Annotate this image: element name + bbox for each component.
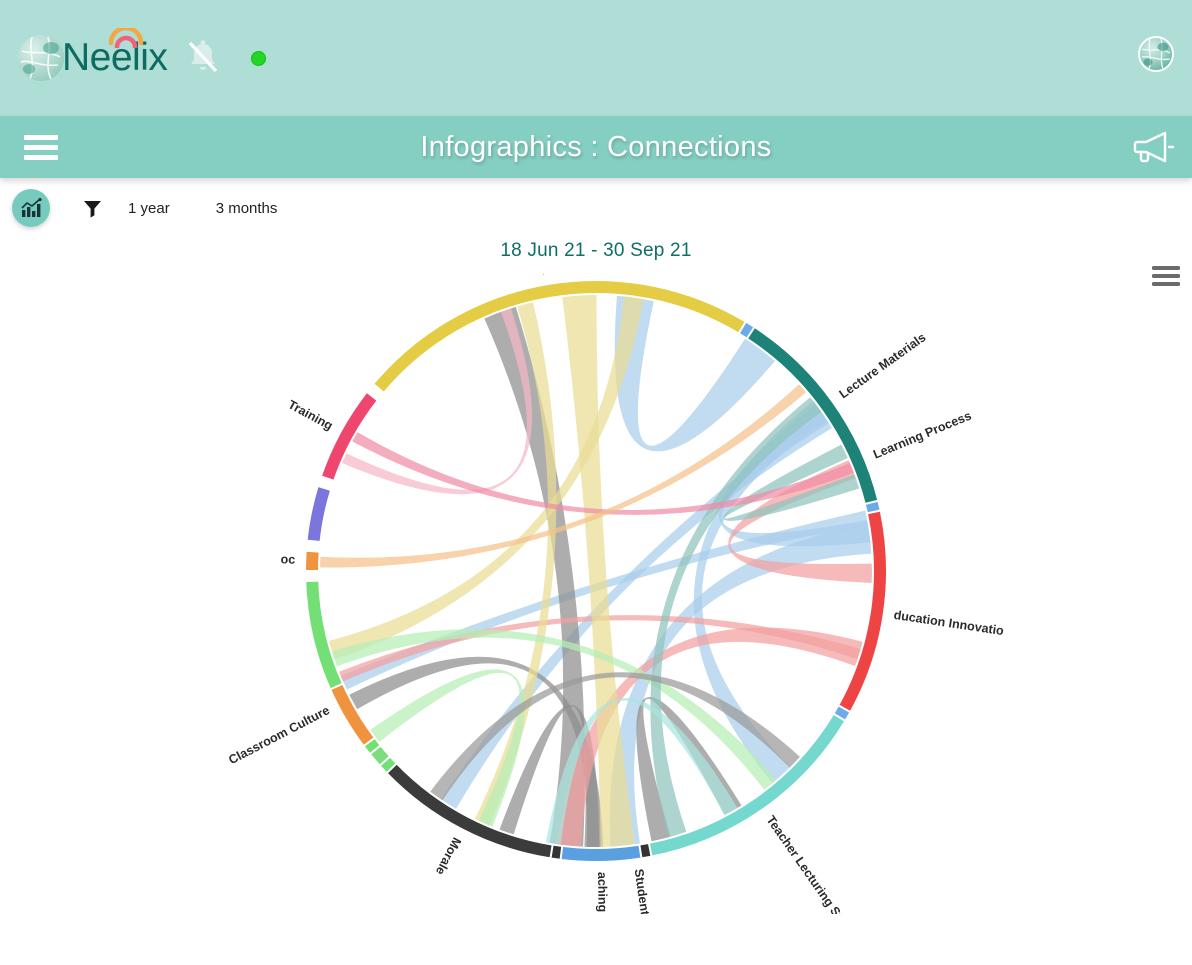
chord-arc[interactable] xyxy=(305,484,333,544)
globe-avatar-icon xyxy=(1141,38,1171,70)
brand-logo[interactable]: Neelix xyxy=(18,35,168,81)
megaphone-icon[interactable] xyxy=(1132,129,1176,170)
chord-ribbons xyxy=(319,294,873,848)
chord-arc-label: aching Proce xyxy=(595,872,610,914)
range-3-months-button[interactable]: 3 months xyxy=(216,200,278,217)
chord-arc-label: Morale xyxy=(433,835,464,877)
chord-arc-label: Classroom Culture xyxy=(226,703,332,767)
bar-chart-icon[interactable] xyxy=(12,189,50,227)
range-1-year-button[interactable]: 1 year xyxy=(128,200,170,217)
chord-arc-label: Lecture Materials xyxy=(837,330,929,401)
hamburger-menu-icon[interactable] xyxy=(24,130,58,165)
chord-arc-label: Students Class Participation xyxy=(632,868,669,914)
chord-arc[interactable] xyxy=(371,279,748,395)
chord-arc-label: Learning Process xyxy=(871,409,973,462)
wifi-arc-icon xyxy=(108,28,144,48)
filter-funnel-icon[interactable] xyxy=(80,196,104,220)
chord-arc-label: Students Engagement xyxy=(518,274,554,276)
chord-diagram[interactable]: Learning Process Students Class Participa… xyxy=(0,143,1192,965)
chord-arc-label: Training xyxy=(286,397,335,433)
chord-arc-label: ducation Innovatio xyxy=(893,608,1005,638)
chord-arc-label: oc xyxy=(280,552,295,567)
chart-toolbar: 1 year 3 months xyxy=(0,178,1192,238)
app-topbar: Neelix xyxy=(0,0,1192,116)
page-title: Infographics : Connections xyxy=(420,130,772,163)
user-avatar[interactable] xyxy=(1138,36,1174,72)
chord-arc[interactable] xyxy=(559,843,643,863)
chart-date-range: 18 Jun 21 - 30 Sep 21 xyxy=(500,240,692,261)
chord-arc[interactable] xyxy=(303,549,321,572)
bell-muted-icon[interactable] xyxy=(185,38,221,78)
globe-logo-icon xyxy=(18,35,64,81)
page-titlebar: Infographics : Connections xyxy=(0,116,1192,178)
chord-arc-label: Teacher Lecturing Style xyxy=(763,813,855,914)
status-online-dot xyxy=(251,50,267,66)
chart-area: 18 Jun 21 - 30 Sep 21 Learning Process St… xyxy=(0,143,1192,965)
